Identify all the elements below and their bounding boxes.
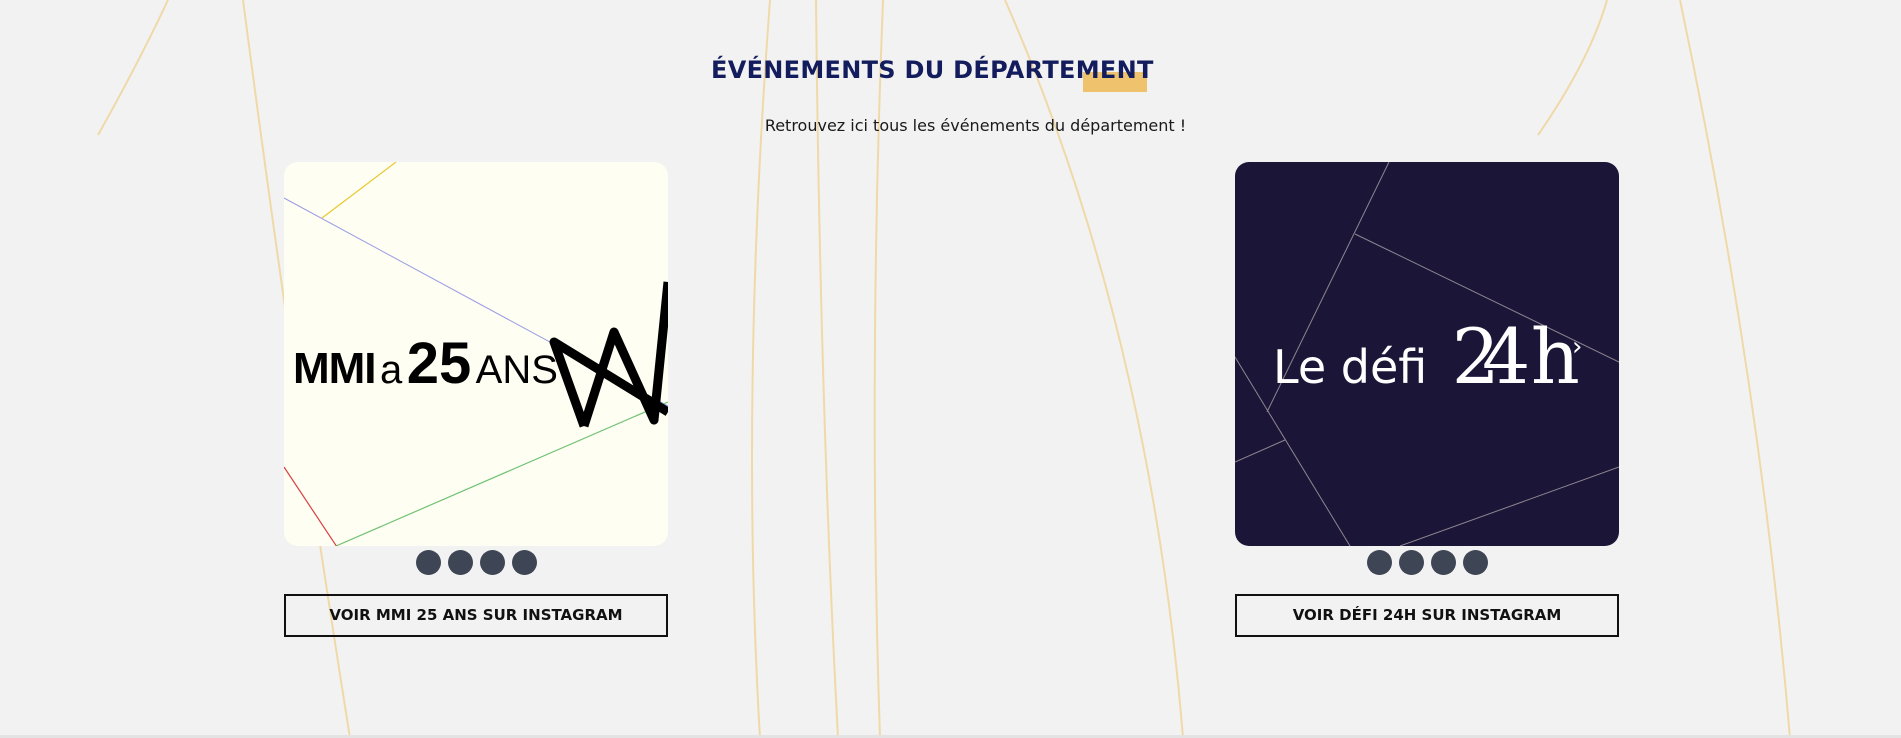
carousel-slide[interactable]: Le défi 24 h › xyxy=(1235,162,1619,546)
instagram-defi-button[interactable]: VOIR DÉFI 24H SUR INSTAGRAM xyxy=(1235,594,1619,637)
carousel-dots xyxy=(1235,550,1619,575)
section-title: ÉVÉNEMENTS DU DÉPARTEMENT xyxy=(711,56,1154,84)
carousel-dot-icon[interactable] xyxy=(479,550,505,575)
carousel-dots xyxy=(284,550,668,575)
carousel-dot-icon[interactable] xyxy=(511,550,537,575)
carousel-slide[interactable]: MMI a 25 ANS xyxy=(284,162,668,546)
slide-text-suffix: ANS xyxy=(475,348,558,392)
instagram-mmi-button[interactable]: VOIR MMI 25 ANS SUR INSTAGRAM xyxy=(284,594,668,637)
section-subtitle: Retrouvez ici tous les événements du dép… xyxy=(764,116,1187,135)
section-title-wrap: ÉVÉNEMENTS DU DÉPARTEMENT xyxy=(711,56,1154,96)
chevron-right-icon[interactable]: › xyxy=(1572,332,1582,362)
slide-text-num: 24 xyxy=(1451,312,1531,401)
carousel-dot-icon[interactable] xyxy=(415,550,441,575)
carousel-dot-icon[interactable] xyxy=(447,550,473,575)
carousel-defi-24h: Le défi 24 h › VOIR DÉFI 24H SUR INSTAGR… xyxy=(1235,162,1619,637)
slide-text-num: 25 xyxy=(406,331,472,396)
slide-text-defi: Le défi 24 h xyxy=(1273,312,1580,401)
carousel-dot-icon[interactable] xyxy=(1398,550,1424,575)
slide-text-main: Le défi xyxy=(1273,340,1428,394)
carousel-dot-icon[interactable] xyxy=(1462,550,1488,575)
slide-text-prefix: MMI xyxy=(293,344,377,393)
carousel-mmi-25-ans: MMI a 25 ANS VOIR MMI 25 ANS SUR INSTAGR… xyxy=(284,162,668,637)
events-section: ÉVÉNEMENTS DU DÉPARTEMENT Retrouvez ici … xyxy=(0,0,1901,738)
carousel-dot-icon[interactable] xyxy=(1366,550,1392,575)
slide-text-mmi: MMI a 25 ANS xyxy=(293,330,558,397)
slide-text-a: a xyxy=(379,348,403,392)
carousel-dot-icon[interactable] xyxy=(1430,550,1456,575)
